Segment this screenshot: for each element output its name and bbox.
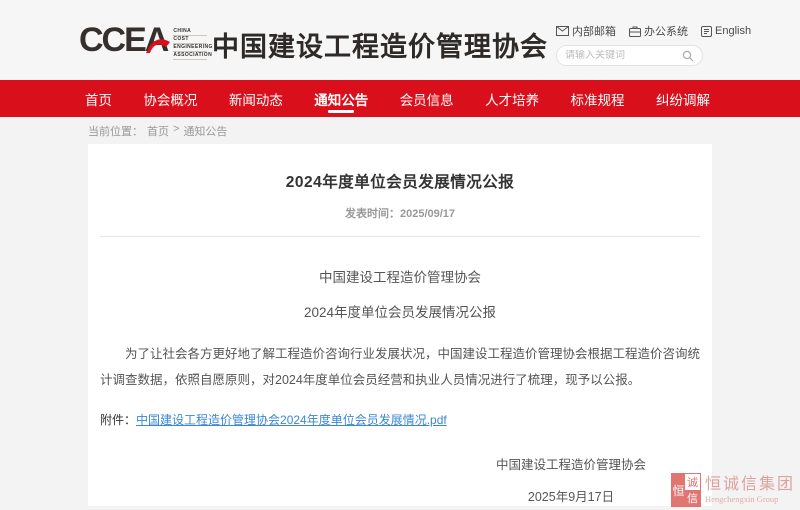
logo-swoosh-icon — [145, 34, 171, 54]
hengchengxin-seal-icon: 恒 诚 信 — [671, 473, 701, 507]
document-paragraph: 为了让社会各方更好地了解工程造价咨询行业发展状况，中国建设工程造价管理协会根据工… — [100, 341, 700, 393]
internal-mail-label: 内部邮箱 — [572, 23, 616, 39]
english-link[interactable]: English — [701, 25, 751, 37]
title-divider — [100, 236, 700, 237]
ccea-logo-subtext: CHINA COST ENGINEERING ASSOCIATION — [173, 28, 207, 60]
publish-date-value: 2025/09/17 — [400, 208, 455, 220]
search-box — [556, 45, 703, 66]
nav-item-news[interactable]: 新闻动态 — [229, 80, 283, 117]
search-icon[interactable] — [682, 50, 694, 62]
signature-org: 中国建设工程造价管理协会 — [496, 454, 646, 473]
signature-block: 中国建设工程造价管理协会 2025年9月17日 — [88, 454, 712, 506]
nav-item-label: 纠纷调解 — [656, 89, 710, 109]
seal-char-xin: 信 — [685, 490, 700, 506]
nav-item-home[interactable]: 首页 — [85, 80, 112, 117]
document-title-line: 2024年度单位会员发展情况公报 — [88, 301, 712, 321]
breadcrumb-home-link[interactable]: 首页 — [147, 123, 169, 139]
nav-item-members[interactable]: 会员信息 — [400, 80, 454, 117]
briefcase-icon — [629, 26, 641, 37]
nav-item-dispute[interactable]: 纠纷调解 — [656, 80, 710, 117]
attachment-pdf-link[interactable]: 中国建设工程造价管理协会2024年度单位会员发展情况.pdf — [136, 413, 447, 427]
logo-subtext-line: ENGINEERING — [173, 44, 207, 52]
main-nav: 首页 协会概况 新闻动态 通知公告 会员信息 人才培养 标准规程 纠纷调解 — [0, 80, 800, 117]
breadcrumb: 当前位置： 首页 > 通知公告 — [88, 123, 227, 139]
language-book-icon — [701, 26, 712, 37]
document-org-line: 中国建设工程造价管理协会 — [88, 266, 712, 286]
logo-subtext-line: ASSOCIATION — [173, 52, 207, 60]
nav-item-label: 首页 — [85, 89, 112, 109]
attachment-label: 附件： — [100, 413, 136, 427]
nav-item-label: 新闻动态 — [229, 89, 283, 109]
english-label: English — [715, 25, 751, 37]
logo-subtext-line: COST — [173, 36, 207, 44]
logo-subtext-line: CHINA — [173, 28, 207, 36]
office-system-label: 办公系统 — [644, 23, 688, 39]
seal-char-cheng: 诚 — [685, 474, 700, 490]
attachment-row: 附件：中国建设工程造价管理协会2024年度单位会员发展情况.pdf — [100, 411, 700, 428]
breadcrumb-separator: > — [173, 123, 179, 139]
breadcrumb-current: 通知公告 — [183, 123, 227, 139]
site-title: 中国建设工程造价管理协会 — [212, 25, 548, 64]
article-title: 2024年度单位会员发展情况公报 — [88, 170, 712, 192]
search-input[interactable] — [565, 50, 682, 61]
article-publish-date: 发表时间：2025/09/17 — [88, 205, 712, 221]
header-quick-links: 内部邮箱 办公系统 English — [556, 23, 751, 39]
nav-item-label: 标准规程 — [571, 89, 625, 109]
nav-item-training[interactable]: 人才培养 — [485, 80, 539, 117]
nav-item-notices[interactable]: 通知公告 — [314, 80, 368, 117]
signature-date: 2025年9月17日 — [496, 486, 646, 505]
nav-item-label: 协会概况 — [143, 89, 197, 109]
hengchengxin-watermark: 恒 诚 信 恒诚信集团 Hengchengxin Group — [671, 473, 795, 507]
seal-char-heng: 恒 — [672, 474, 685, 506]
active-nav-underline — [328, 110, 354, 113]
nav-item-label: 会员信息 — [400, 89, 454, 109]
nav-item-label: 通知公告 — [314, 89, 368, 109]
site-header: CCEA CHINA COST ENGINEERING ASSOCIATION … — [0, 0, 800, 80]
nav-item-label: 人才培养 — [485, 89, 539, 109]
internal-mail-link[interactable]: 内部邮箱 — [556, 23, 616, 39]
nav-item-about[interactable]: 协会概况 — [143, 80, 197, 117]
office-system-link[interactable]: 办公系统 — [629, 23, 688, 39]
breadcrumb-prefix: 当前位置： — [88, 123, 143, 139]
article-card: 2024年度单位会员发展情况公报 发表时间：2025/09/17 中国建设工程造… — [88, 144, 712, 506]
publish-date-label: 发表时间： — [345, 208, 400, 220]
ccea-logo-acronym: CCEA — [79, 21, 167, 59]
mail-icon — [556, 26, 569, 36]
ccea-logo[interactable]: CCEA CHINA COST ENGINEERING ASSOCIATION — [79, 21, 207, 60]
nav-item-standards[interactable]: 标准规程 — [571, 80, 625, 117]
watermark-name-en: Hengchengxin Group — [705, 494, 795, 505]
watermark-name-cn: 恒诚信集团 — [705, 476, 795, 494]
